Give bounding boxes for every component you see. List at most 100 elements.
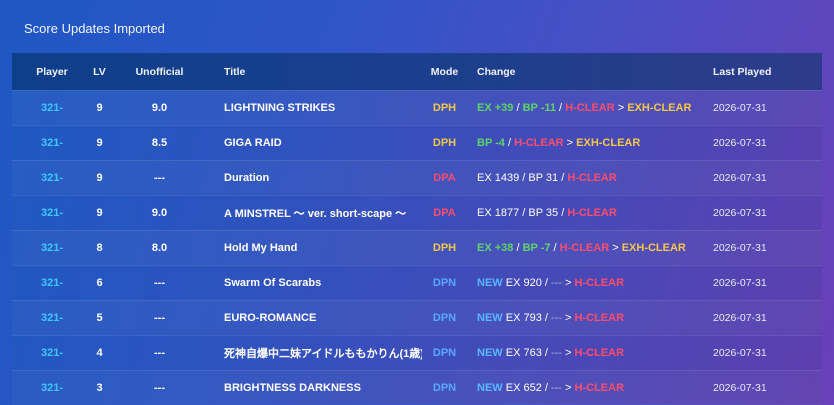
player-link[interactable]: 321- <box>12 242 92 254</box>
level-cell: 6 <box>96 277 103 289</box>
change-segment: NEW <box>477 312 503 324</box>
unofficial-level-cell: --- <box>154 312 165 324</box>
column-header-title: Title <box>224 65 246 78</box>
mode-badge: DPN <box>432 382 457 394</box>
change-cell: EX +38 / BP -7 / H-CLEAR > EXH-CLEAR <box>467 242 713 254</box>
change-segment: > <box>561 382 575 394</box>
change-segment: NEW <box>477 382 503 394</box>
level-cell: 4 <box>96 347 103 359</box>
song-title-cell: LIGHTNING STRIKES <box>224 102 336 114</box>
last-played-cell: 2026-07-31 <box>713 102 767 114</box>
change-segment: / <box>513 102 523 114</box>
change-segment: > <box>609 242 622 254</box>
table-body: 321- 9 9.0 LIGHTNING STRIKES DPH EX +39 / BP … <box>12 90 822 405</box>
unofficial-level-cell: 9.0 <box>151 207 168 219</box>
change-segment: EX 763 / <box>502 347 551 359</box>
change-segment: / <box>504 137 515 149</box>
change-segment: / <box>556 102 566 114</box>
change-segment: NEW <box>477 277 503 289</box>
column-header-lv: LV <box>93 65 106 78</box>
mode-badge: DPN <box>432 277 457 289</box>
column-header-last-played: Last Played <box>713 65 772 78</box>
change-segment: H-CLEAR <box>574 347 625 359</box>
last-played-cell: 2026-07-31 <box>713 172 767 184</box>
unofficial-level-cell: 9.0 <box>151 102 168 114</box>
player-link[interactable]: 321- <box>12 382 92 394</box>
change-segment: H-CLEAR <box>574 312 625 324</box>
change-segment: EX +38 <box>477 242 514 254</box>
change-segment: / <box>550 242 560 254</box>
table-row[interactable]: 321- 4 --- 死神自爆中二妹アイドルももかりん(1歳) DPN NEW EX 76… <box>12 335 822 370</box>
mode-badge: DPH <box>432 242 457 254</box>
table-row[interactable]: 321- 3 --- BRIGHTNESS DARKNESS DPN NEW EX 652… <box>12 370 822 405</box>
player-link[interactable]: 321- <box>12 347 92 359</box>
change-segment: --- <box>550 382 562 394</box>
table-row[interactable]: 321- 5 --- EURO-ROMANCE DPN NEW EX 793 / --- … <box>12 300 822 335</box>
song-title-cell: EURO-ROMANCE <box>224 312 317 324</box>
table-row[interactable]: 321- 9 9.0 LIGHTNING STRIKES DPH EX +39 / BP … <box>12 90 822 125</box>
mode-badge: DPA <box>433 207 456 219</box>
change-segment: H-CLEAR <box>567 172 617 184</box>
last-played-cell: 2026-07-31 <box>713 137 767 149</box>
player-link[interactable]: 321- <box>12 312 92 324</box>
table-row[interactable]: 321- 9 9.0 A MINSTREL 〜 ver. short-scape 〜 D… <box>12 195 822 230</box>
level-cell: 9 <box>96 172 103 184</box>
change-segment: --- <box>550 312 562 324</box>
mode-badge: DPN <box>432 347 457 359</box>
level-cell: 9 <box>96 137 103 149</box>
change-cell: NEW EX 793 / --- > H-CLEAR <box>467 312 713 324</box>
change-segment: NEW <box>477 347 503 359</box>
change-segment: EXH-CLEAR <box>576 137 641 149</box>
change-segment: BP -11 <box>522 102 556 114</box>
unofficial-level-cell: --- <box>154 382 165 394</box>
change-cell: EX 1877 / BP 35 / H-CLEAR <box>467 207 713 219</box>
last-played-cell: 2026-07-31 <box>713 382 767 394</box>
change-segment: --- <box>550 277 562 289</box>
level-cell: 9 <box>96 207 103 219</box>
mode-badge: DPN <box>432 312 457 324</box>
last-played-cell: 2026-07-31 <box>713 277 767 289</box>
unofficial-level-cell: --- <box>154 347 165 359</box>
level-cell: 9 <box>96 102 103 114</box>
column-header-mode: Mode <box>430 65 459 78</box>
level-cell: 5 <box>96 312 103 324</box>
level-cell: 8 <box>96 242 103 254</box>
change-segment: > <box>561 312 575 324</box>
table-row[interactable]: 321- 9 --- Duration DPA EX 1439 / BP 31 / H-C… <box>12 160 822 195</box>
table-row[interactable]: 321- 6 --- Swarm Of Scarabs DPN NEW EX 920 / … <box>12 265 822 300</box>
unofficial-level-cell: --- <box>154 172 165 184</box>
change-segment: EX +39 <box>477 102 514 114</box>
change-segment: EX 920 / <box>502 277 551 289</box>
table-row[interactable]: 321- 8 8.0 Hold My Hand DPH EX +38 / BP -7 / … <box>12 230 822 265</box>
change-segment: H-CLEAR <box>574 277 625 289</box>
player-link[interactable]: 321- <box>12 277 92 289</box>
last-played-cell: 2026-07-31 <box>713 312 767 324</box>
change-cell: EX +39 / BP -11 / H-CLEAR > EXH-CLEAR <box>467 102 713 114</box>
change-cell: EX 1439 / BP 31 / H-CLEAR <box>467 172 713 184</box>
change-segment: EX 652 / <box>502 382 551 394</box>
change-segment: --- <box>550 347 562 359</box>
change-segment: H-CLEAR <box>574 382 625 394</box>
change-segment: EX 1877 / BP 35 / <box>477 207 568 219</box>
change-cell: BP -4 / H-CLEAR > EXH-CLEAR <box>467 137 713 149</box>
table-row[interactable]: 321- 9 8.5 GIGA RAID DPH BP -4 / H-CLEAR > EX… <box>12 125 822 160</box>
mode-badge: DPA <box>433 172 456 184</box>
score-updates-table: Player LV Unofficial Title Mode Change L… <box>12 53 822 404</box>
song-title-cell: BRIGHTNESS DARKNESS <box>224 382 361 394</box>
change-segment: > <box>561 277 575 289</box>
level-cell: 3 <box>96 382 103 394</box>
song-title-cell: Duration <box>224 172 270 184</box>
change-segment: BP -7 <box>522 242 551 254</box>
player-link[interactable]: 321- <box>12 137 92 149</box>
change-segment: H-CLEAR <box>567 207 617 219</box>
column-header-change: Change <box>477 65 516 78</box>
unofficial-level-cell: --- <box>154 277 165 289</box>
player-link[interactable]: 321- <box>12 172 92 184</box>
mode-badge: DPH <box>432 102 457 114</box>
player-link[interactable]: 321- <box>12 102 92 114</box>
change-segment: EX 1439 / BP 31 / <box>477 172 568 184</box>
song-title-cell: A MINSTREL 〜 ver. short-scape 〜 <box>224 208 407 220</box>
player-link[interactable]: 321- <box>12 207 92 219</box>
song-title-cell: Swarm Of Scarabs <box>224 277 322 289</box>
column-header-unofficial: Unofficial <box>135 65 184 78</box>
